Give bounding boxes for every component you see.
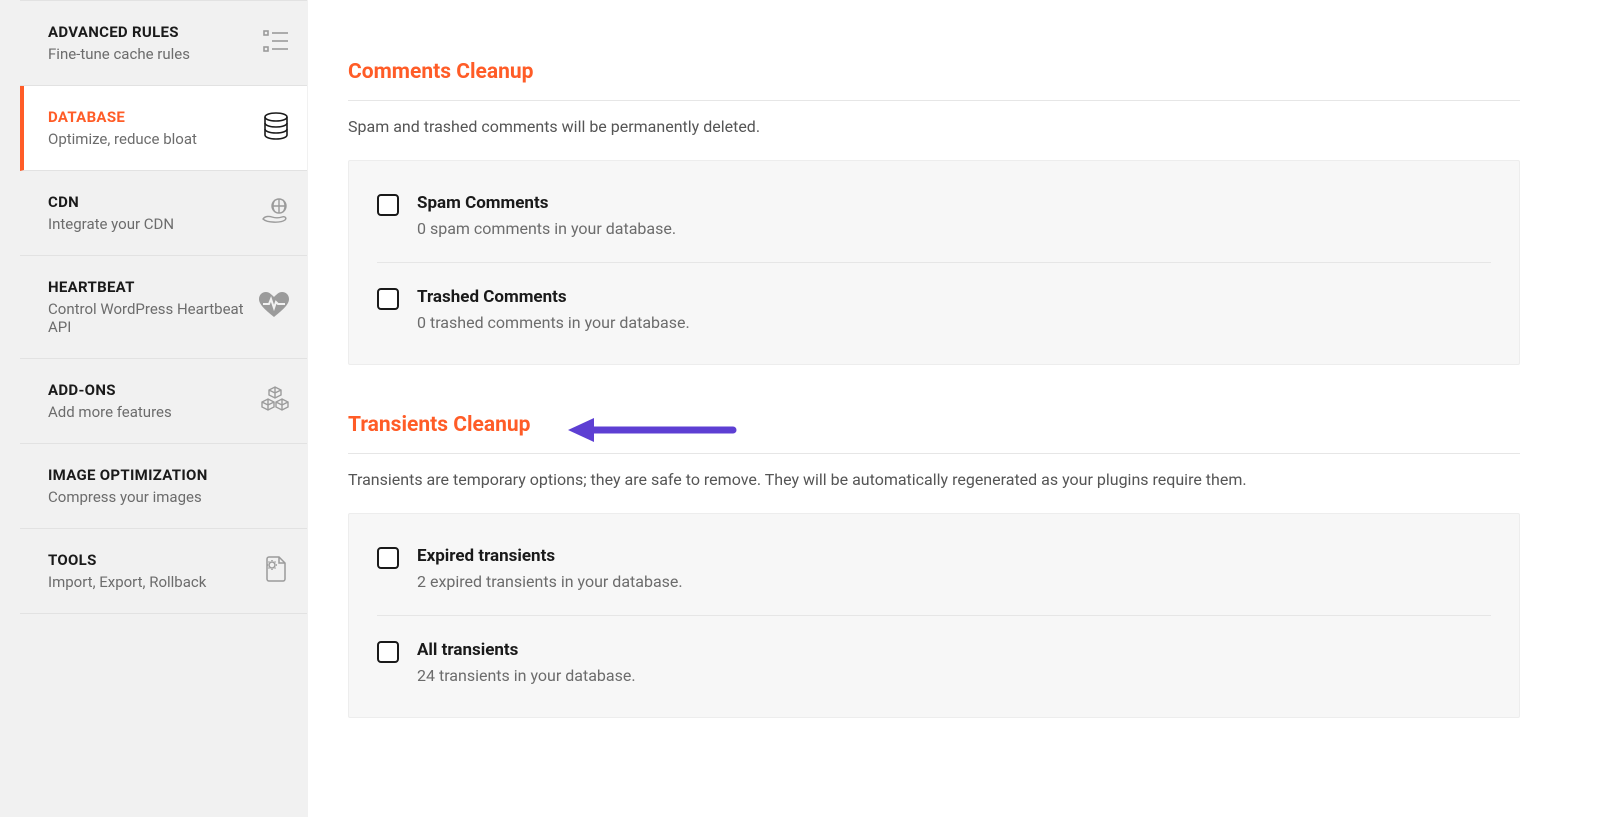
list-icon [263, 29, 289, 57]
checkbox-trashed-comments[interactable] [377, 288, 399, 310]
sidebar-item-title: TOOLS [48, 551, 206, 569]
section-title: Comments Cleanup [348, 60, 1520, 101]
sidebar-item-title: HEARTBEAT [48, 278, 249, 296]
sidebar-item-sub: Fine-tune cache rules [48, 45, 190, 63]
option-sub: 24 transients in your database. [417, 666, 636, 685]
option-title: Trashed Comments [417, 287, 690, 307]
section-title: Transients Cleanup [348, 413, 1520, 454]
option-sub: 2 expired transients in your database. [417, 572, 683, 591]
database-icon [263, 112, 289, 144]
option-row-expired-transients: Expired transients 2 expired transients … [377, 522, 1491, 616]
option-row-spam-comments: Spam Comments 0 spam comments in your da… [377, 169, 1491, 263]
sidebar-item-sub: Control WordPress Heartbeat API [48, 300, 249, 336]
sidebar-item-advanced-rules[interactable]: ADVANCED RULES Fine-tune cache rules [20, 0, 307, 86]
sidebar-item-title: IMAGE OPTIMIZATION [48, 466, 208, 484]
option-group-transients: Expired transients 2 expired transients … [348, 513, 1520, 718]
gear-file-icon [263, 555, 289, 587]
section-description: Transients are temporary options; they a… [348, 470, 1520, 489]
sidebar-item-sub: Import, Export, Rollback [48, 573, 206, 591]
checkbox-all-transients[interactable] [377, 641, 399, 663]
sidebar-item-title: DATABASE [48, 108, 197, 126]
option-sub: 0 trashed comments in your database. [417, 313, 690, 332]
section-transients-cleanup: Transients Cleanup Transients are tempor… [348, 413, 1520, 718]
checkbox-expired-transients[interactable] [377, 547, 399, 569]
app-layout: ADVANCED RULES Fine-tune cache rules DAT… [0, 0, 1600, 817]
option-title: All transients [417, 640, 636, 660]
sidebar-item-database[interactable]: DATABASE Optimize, reduce bloat [20, 86, 307, 171]
sidebar-item-sub: Add more features [48, 403, 172, 421]
section-description: Spam and trashed comments will be perman… [348, 117, 1520, 136]
checkbox-spam-comments[interactable] [377, 194, 399, 216]
globe-hand-icon [261, 197, 289, 229]
sidebar-item-title: CDN [48, 193, 174, 211]
option-group-comments: Spam Comments 0 spam comments in your da… [348, 160, 1520, 365]
section-comments-cleanup: Comments Cleanup Spam and trashed commen… [348, 60, 1520, 365]
option-title: Expired transients [417, 546, 683, 566]
sidebar-item-tools[interactable]: TOOLS Import, Export, Rollback [20, 529, 307, 614]
sidebar-item-sub: Compress your images [48, 488, 208, 506]
heartbeat-icon [259, 292, 289, 322]
sidebar-nav: ADVANCED RULES Fine-tune cache rules DAT… [0, 0, 308, 817]
sidebar-item-cdn[interactable]: CDN Integrate your CDN [20, 171, 307, 256]
option-title: Spam Comments [417, 193, 676, 213]
option-row-trashed-comments: Trashed Comments 0 trashed comments in y… [377, 263, 1491, 356]
option-sub: 0 spam comments in your database. [417, 219, 676, 238]
sidebar-item-heartbeat[interactable]: HEARTBEAT Control WordPress Heartbeat AP… [20, 256, 307, 359]
cubes-icon [261, 386, 289, 416]
main-content: Comments Cleanup Spam and trashed commen… [308, 0, 1600, 817]
sidebar-item-sub: Integrate your CDN [48, 215, 174, 233]
sidebar-item-sub: Optimize, reduce bloat [48, 130, 197, 148]
sidebar-item-title: ADD-ONS [48, 381, 172, 399]
sidebar-item-image-optimization[interactable]: IMAGE OPTIMIZATION Compress your images [20, 444, 307, 529]
sidebar-item-title: ADVANCED RULES [48, 23, 190, 41]
option-row-all-transients: All transients 24 transients in your dat… [377, 616, 1491, 709]
sidebar-item-addons[interactable]: ADD-ONS Add more features [20, 359, 307, 444]
